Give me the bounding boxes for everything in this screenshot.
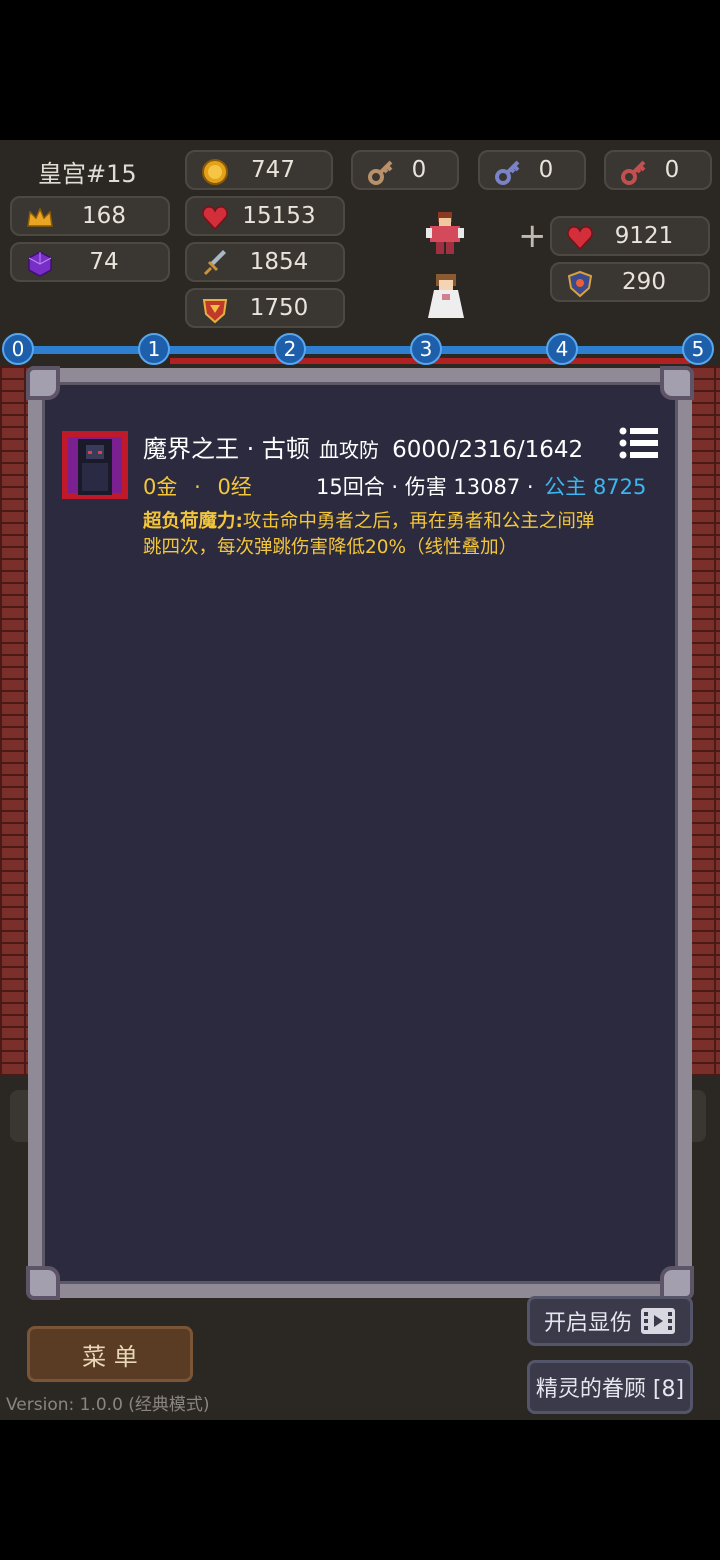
monster-portrait [62, 431, 128, 499]
monster-stats: 6000/2316/1642 [392, 437, 584, 463]
dialog-corner-tl [26, 366, 60, 400]
progress-node-3[interactable]: 3 [410, 333, 442, 365]
fairy-blessing-button[interactable]: 精灵的眷顾 [8] [527, 1360, 693, 1414]
monster-gold-reward: 0金 [143, 475, 178, 499]
brick-wall-right [690, 366, 720, 1076]
battle-summary: 15回合 · 伤害 13087 · [316, 475, 534, 499]
sword-icon [203, 250, 226, 276]
heart-icon [202, 206, 228, 231]
progress-node-0[interactable]: 0 [2, 333, 34, 365]
attack-stat: 1854 [185, 242, 345, 282]
princess-defense-stat: 290 [550, 262, 710, 302]
level-stat: 168 [10, 196, 170, 236]
right-panel-edge [690, 1090, 706, 1142]
monster-name: 魔界之王 · 古顿 [143, 435, 310, 463]
red-key-icon [621, 160, 646, 185]
show-damage-button[interactable]: 开启显伤 [527, 1296, 693, 1346]
gem-stat: 74 [10, 242, 170, 282]
red-key-stat: 0 [604, 150, 712, 190]
brick-wall-left [0, 366, 30, 1076]
menu-button[interactable]: 菜 单 [27, 1326, 193, 1382]
gold-coin-icon [202, 159, 228, 185]
skill-desc-line1: 攻击命中勇者之后，再在勇者和公主之间弹 [242, 511, 595, 532]
battle-info: 15回合 · 伤害 13087 · 公主 8725 [316, 471, 646, 501]
floor-label: 皇宫#15 [38, 160, 137, 188]
hp-stat: 15153 [185, 196, 345, 236]
show-damage-label: 开启显伤 [543, 1311, 632, 1336]
version-label: Version: 1.0.0 (经典模式) [6, 1395, 210, 1415]
monster-title-row: 魔界之王 · 古顿 血攻防 6000/2316/1642 [143, 429, 583, 464]
fairy-blessing-label: 精灵的眷顾 [8] [535, 1377, 685, 1402]
yellow-key-icon [368, 160, 393, 185]
princess-damage: 公主 8725 [544, 475, 647, 499]
monster-exp-reward: 0经 [217, 475, 252, 499]
progress-node-2[interactable]: 2 [274, 333, 306, 365]
video-icon [641, 1308, 675, 1334]
heart-icon [567, 226, 593, 251]
purple-gem-icon [28, 251, 52, 277]
defense-stat: 1750 [185, 288, 345, 328]
monster-info-dialog: 魔界之王 · 古顿 血攻防 6000/2316/1642 0金 · 0经 15回… [26, 366, 694, 1300]
list-menu-icon[interactable] [619, 427, 659, 459]
progress-node-5[interactable]: 5 [682, 333, 714, 365]
monster-stat-label: 血攻防 [318, 438, 379, 462]
gold-stat: 747 [185, 150, 333, 190]
dialog-corner-br [660, 1266, 694, 1300]
progress-node-1[interactable]: 1 [138, 333, 170, 365]
game-screen: 皇宫#15 747 0 0 0 168 15153 74 1854 1750 +… [0, 140, 720, 1420]
floor-progress-track [16, 346, 698, 354]
hero-sprite [426, 212, 464, 254]
princess-plus: + [518, 216, 547, 256]
monster-skill: 超负荷魔力:攻击命中勇者之后，再在勇者和公主之间弹 跳四次，每次弹跳伤害降低20… [143, 509, 673, 561]
yellow-key-stat: 0 [351, 150, 459, 190]
skill-desc-line2: 跳四次，每次弹跳伤害降低20%（线性叠加） [143, 537, 518, 558]
reward-separator: · [194, 475, 201, 499]
blue-key-stat: 0 [478, 150, 586, 190]
menu-button-label: 菜 单 [82, 1342, 138, 1371]
princess-hp-stat: 9121 [550, 216, 710, 256]
dialog-corner-bl [26, 1266, 60, 1300]
crown-icon [27, 207, 53, 227]
dialog-content: 魔界之王 · 古顿 血攻防 6000/2316/1642 0金 · 0经 15回… [42, 382, 678, 1284]
dialog-corner-tr [660, 366, 694, 400]
blue-key-icon [495, 160, 520, 185]
skill-name: 超负荷魔力: [143, 511, 243, 532]
round-shield-icon [567, 270, 593, 298]
shield-icon [202, 299, 228, 324]
monster-rewards: 0金 · 0经 [143, 471, 252, 501]
progress-node-4[interactable]: 4 [546, 333, 578, 365]
princess-sprite [428, 274, 464, 318]
